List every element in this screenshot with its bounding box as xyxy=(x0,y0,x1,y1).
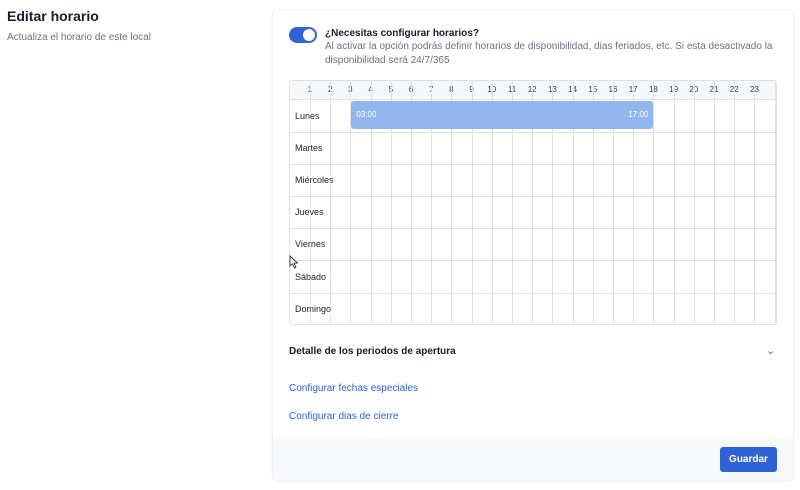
day-label: Martes xyxy=(295,143,323,154)
page-header: Editar horario Actualiza el horario de e… xyxy=(7,8,151,43)
special-dates-link[interactable]: Configurar fechas especiales xyxy=(289,383,418,394)
day-label: Sábado xyxy=(295,271,327,282)
day-label: Jueves xyxy=(295,207,324,218)
closing-days-link[interactable]: Configurar dias de cierre xyxy=(289,411,399,422)
chevron-down-icon[interactable]: ⌄ xyxy=(766,344,775,357)
page-title: Editar horario xyxy=(7,8,99,24)
schedule-row[interactable]: Miércoles xyxy=(290,164,776,198)
schedule-row[interactable]: Domingo xyxy=(290,293,776,324)
schedule-grid: 1234567891011121314151617181920212223 Lu… xyxy=(289,80,777,325)
save-button[interactable]: Guardar xyxy=(720,447,777,472)
schedule-card: ¿Necesitas configurar horarios? Al activ… xyxy=(273,10,793,480)
toggle-title: ¿Necesitas configurar horarios? xyxy=(325,28,479,39)
toggle-knob xyxy=(303,29,315,41)
schedule-toggle[interactable] xyxy=(289,27,317,43)
mouse-cursor-icon xyxy=(289,255,299,269)
day-label: Domingo xyxy=(295,303,332,314)
card-footer: Guardar xyxy=(273,438,793,480)
schedule-row[interactable]: Sábado xyxy=(290,261,776,294)
day-label: Viernes xyxy=(295,239,326,250)
day-label: Miércoles xyxy=(295,175,334,186)
schedule-row[interactable]: Viernes xyxy=(290,228,776,262)
opening-periods-detail-label: Detalle de los periodos de apertura xyxy=(289,346,456,357)
toggle-description: Al activar la opción podrás definir hora… xyxy=(325,41,773,66)
schedule-row[interactable]: Martes xyxy=(290,132,776,166)
page-subtitle: Actualiza el horario de este local xyxy=(7,32,151,43)
block-end-time: 17:00 xyxy=(628,110,649,119)
block-start-time: 03:00 xyxy=(356,110,377,119)
day-label: Lunes xyxy=(295,111,320,121)
schedule-block[interactable]: 03:00 17:00 xyxy=(351,101,654,129)
schedule-row[interactable]: Jueves xyxy=(290,196,776,230)
